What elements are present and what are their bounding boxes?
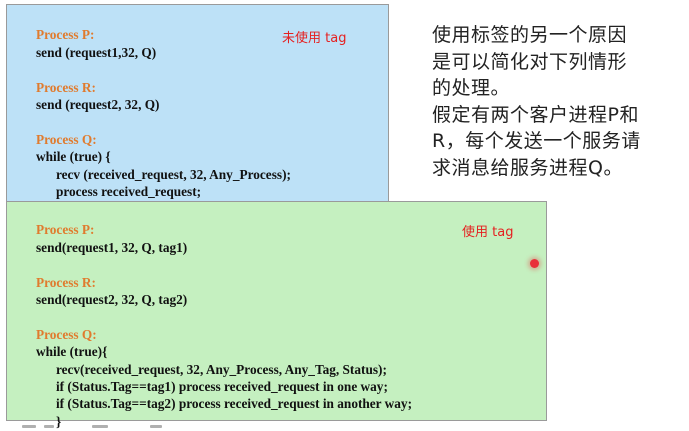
tagged-process-q-header: Process Q: bbox=[36, 326, 97, 342]
untagged-process-q-line-2: recv (received_request, 32, Any_Process)… bbox=[36, 166, 291, 182]
tagged-process-q-line-4: if (Status.Tag==tag2) process received_r… bbox=[36, 396, 413, 412]
bottom-edge-remnant bbox=[0, 424, 689, 431]
untagged-process-q-header: Process Q: bbox=[36, 131, 97, 147]
explanation-line-4: 假定有两个客户进程P和 bbox=[432, 103, 639, 126]
tagged-process-q-line-3: if (Status.Tag==tag1) process received_r… bbox=[36, 379, 388, 395]
tagged-process-r-header: Process R: bbox=[36, 274, 96, 290]
laser-pointer-dot-icon bbox=[530, 259, 539, 268]
untagged-note: 未使用 tag bbox=[282, 31, 347, 46]
tagged-note: 使用 tag bbox=[462, 225, 514, 240]
explanation-line-6: 求消息给服务进程Q。 bbox=[432, 156, 623, 179]
untagged-process-p-line: send (request1,32, Q) bbox=[36, 44, 157, 60]
untagged-process-q-line-3: process received_request; bbox=[36, 184, 202, 200]
untagged-process-p-header: Process P: bbox=[36, 27, 95, 43]
untagged-process-r-header: Process R: bbox=[36, 79, 96, 95]
tagged-code: Process P: send(request1, 32, Q, tag1) P… bbox=[36, 204, 412, 430]
tagged-process-p-line: send(request1, 32, Q, tag1) bbox=[36, 239, 188, 255]
explanation-line-2: 是可以简化对下列情形 bbox=[432, 50, 628, 73]
explanation-line-3: 的处理。 bbox=[432, 77, 511, 99]
untagged-process-q-line-1: while (true) { bbox=[36, 149, 111, 165]
tagged-process-r-line: send(request2, 32, Q, tag2) bbox=[36, 292, 188, 308]
untagged-process-r-line: send (request2, 32, Q) bbox=[36, 97, 160, 113]
tagged-process-q-line-2: recv(received_request, 32, Any_Process, … bbox=[36, 361, 387, 377]
explanation-text: 使用标签的另一个原因 是可以简化对下列情形 的处理。 假定有两个客户进程P和 R… bbox=[432, 22, 687, 181]
explanation-line-5: R，每个发送一个服务请 bbox=[432, 130, 641, 152]
explanation-line-1: 使用标签的另一个原因 bbox=[432, 24, 628, 46]
tagged-process-q-line-1: while (true){ bbox=[36, 344, 108, 360]
untagged-code: Process P: send (request1,32, Q) Process… bbox=[36, 9, 291, 218]
tagged-process-p-header: Process P: bbox=[36, 222, 95, 238]
